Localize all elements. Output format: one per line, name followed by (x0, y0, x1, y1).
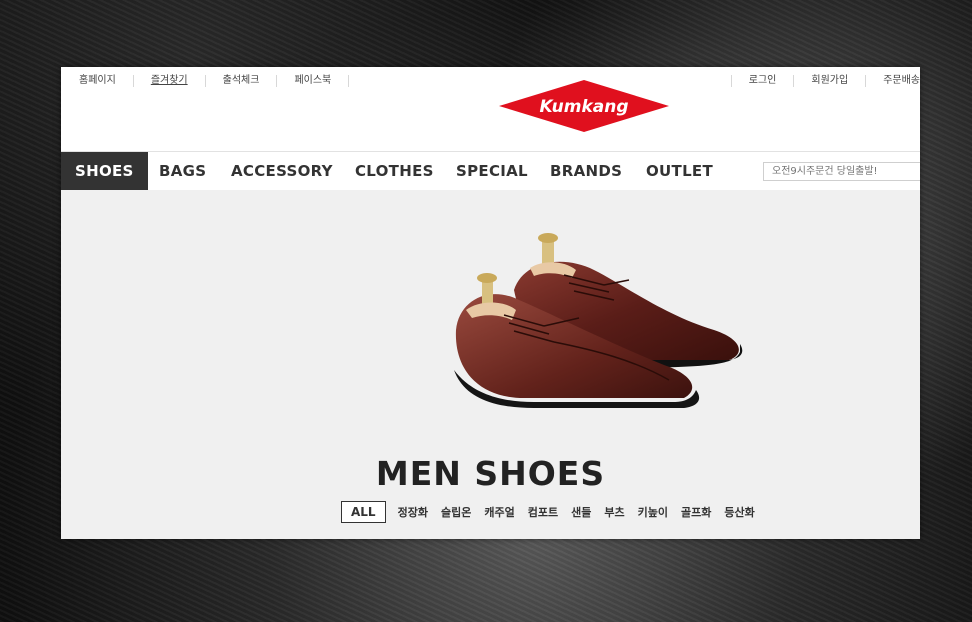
category-formal[interactable]: 정장화 (398, 504, 428, 520)
category-slip-on[interactable]: 슬립온 (441, 504, 471, 520)
category-casual[interactable]: 캐주얼 (484, 504, 514, 520)
bookmark-link[interactable]: 즐겨찾기 (134, 75, 206, 87)
search-input[interactable] (763, 162, 920, 181)
facebook-link[interactable]: 페이스북 (277, 75, 350, 87)
category-boots[interactable]: 부츠 (604, 504, 624, 520)
category-hiking[interactable]: 등산화 (724, 504, 754, 520)
hero-banner: MEN SHOES ALL 정장화 슬립온 캐주얼 컴포트 샌들 부츠 키높이 … (61, 190, 920, 539)
nav-brands[interactable]: BRANDS (550, 152, 622, 190)
nav-special[interactable]: SPECIAL (456, 152, 528, 190)
homepage-link[interactable]: 홈페이지 (61, 75, 134, 87)
browser-window: 홈페이지 즐겨찾기 출석체크 페이스북 로그인 회원가입 주문배송 Kumkan… (61, 67, 920, 539)
nav-accessory[interactable]: ACCESSORY (231, 152, 333, 190)
nav-outlet[interactable]: OUTLET (646, 152, 713, 190)
signup-link[interactable]: 회원가입 (793, 75, 865, 87)
order-tracking-link[interactable]: 주문배송 (865, 75, 920, 87)
nav-shoes[interactable]: SHOES (61, 152, 148, 190)
shoes-image[interactable] (444, 230, 744, 420)
attendance-link[interactable]: 출석체크 (206, 75, 278, 87)
login-link[interactable]: 로그인 (730, 75, 794, 87)
category-golf[interactable]: 골프화 (681, 504, 711, 520)
main-navigation: SHOES BAGS ACCESSORY CLOTHES SPECIAL BRA… (61, 151, 920, 191)
nav-bags[interactable]: BAGS (159, 152, 206, 190)
category-comfort[interactable]: 컴포트 (528, 504, 558, 520)
category-sandal[interactable]: 샌들 (571, 504, 591, 520)
kumkang-logo[interactable]: Kumkang (498, 79, 670, 133)
account-links: 로그인 회원가입 주문배송 (730, 67, 920, 95)
category-filter: ALL 정장화 슬립온 캐주얼 컴포트 샌들 부츠 키높이 골프화 등산화 (341, 500, 768, 524)
top-utility-links: 홈페이지 즐겨찾기 출석체크 페이스북 (61, 67, 350, 95)
hero-title: MEN SHOES (375, 454, 606, 493)
nav-clothes[interactable]: CLOTHES (355, 152, 434, 190)
category-all[interactable]: ALL (341, 501, 386, 523)
category-elevator[interactable]: 키높이 (638, 504, 668, 520)
logo-text: Kumkang (539, 97, 628, 117)
